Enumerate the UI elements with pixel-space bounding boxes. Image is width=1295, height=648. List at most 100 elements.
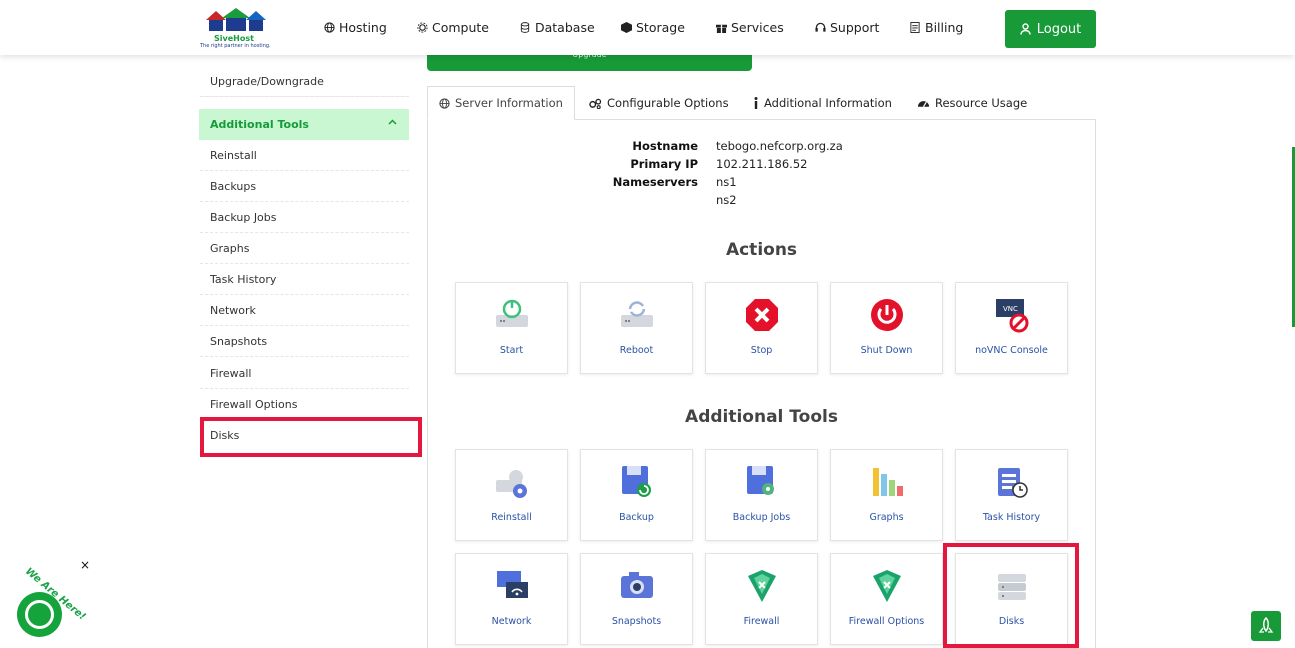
action-label: Stop	[750, 345, 773, 356]
tool-label: Backup Jobs	[732, 512, 791, 523]
highlight-box-disks-card	[943, 543, 1079, 648]
tool-backup-card[interactable]: Backup	[580, 449, 693, 541]
tool-graphs-card[interactable]: Graphs	[830, 449, 943, 541]
sidebar-tools-header[interactable]: Additional Tools	[199, 109, 409, 140]
sidebar-item-label: Network	[210, 303, 256, 317]
tool-firewall-card[interactable]: Firewall	[705, 553, 818, 645]
sidebar-item-firewall-options[interactable]: Firewall Options	[200, 389, 409, 420]
logout-label: Logout	[1036, 21, 1082, 37]
tool-label: Firewall Options	[848, 616, 925, 627]
globe-icon	[439, 97, 450, 109]
action-start-card[interactable]: Start	[455, 282, 568, 374]
sidebar-item-reinstall[interactable]: Reinstall	[200, 140, 409, 171]
tool-label: Network	[491, 616, 532, 627]
sidebar-item-snapshots[interactable]: Snapshots	[200, 326, 409, 357]
nav-label: Database	[535, 20, 595, 35]
nav-billing[interactable]: Billing	[910, 20, 963, 35]
nameserver-2: ns2	[716, 193, 737, 207]
top-navbar: SiveHost The right partner in hosting. H…	[0, 0, 1295, 55]
scroll-top-button[interactable]	[1251, 611, 1281, 641]
action-novnc-card[interactable]: VNC noVNC Console	[955, 282, 1068, 374]
logout-button[interactable]: Logout	[1005, 10, 1096, 48]
brand-tagline: The right partner in hosting.	[200, 43, 271, 49]
nav-label: Billing	[925, 20, 964, 35]
tab-label: Server Information	[455, 96, 563, 110]
server-tabs: Server Information Configurable Options …	[427, 86, 1096, 120]
sidebar-item-label: Firewall Options	[210, 397, 298, 411]
sidebar-item-backups[interactable]: Backups	[200, 171, 409, 202]
server-reboot-icon	[621, 301, 653, 327]
nav-compute[interactable]: Compute	[417, 20, 489, 35]
nav-storage[interactable]: Storage	[621, 20, 685, 35]
sidebar-item-label: Upgrade/Downgrade	[210, 74, 324, 88]
sidebar-item-firewall[interactable]: Firewall	[200, 358, 409, 389]
firewall-options-icon	[873, 570, 901, 602]
svg-text:VNC: VNC	[1003, 305, 1018, 313]
tool-label: Snapshots	[611, 616, 662, 627]
power-off-icon	[871, 299, 903, 331]
action-shutdown-card[interactable]: Shut Down	[830, 282, 943, 374]
tool-task-history-card[interactable]: Task History	[955, 449, 1068, 541]
info-icon	[754, 97, 758, 109]
user-icon	[1020, 23, 1031, 35]
sidebar-item-label: Firewall	[210, 366, 252, 380]
sidebar-item-label: Task History	[210, 272, 277, 286]
sivehost-logo[interactable]: SiveHost The right partner in hosting.	[200, 6, 272, 50]
action-label: Reboot	[619, 345, 654, 356]
tool-label: Backup	[619, 512, 654, 523]
firewall-shield-icon	[748, 570, 776, 602]
tab-label: Resource Usage	[935, 96, 1028, 110]
tab-configurable-options[interactable]: Configurable Options	[589, 86, 729, 120]
tab-label: Additional Information	[764, 96, 892, 110]
highlight-box-sidebar-disks	[200, 417, 422, 457]
network-monitor-icon	[497, 571, 528, 598]
gear-icon	[417, 22, 428, 33]
gift-icon	[716, 22, 727, 33]
tab-label: Configurable Options	[607, 96, 729, 110]
nav-label: Services	[731, 20, 784, 35]
nav-support[interactable]: Support	[815, 20, 879, 35]
nav-hosting[interactable]: Hosting	[324, 20, 387, 35]
nav-database[interactable]: Database	[520, 20, 595, 35]
tool-reinstall-card[interactable]: Reinstall	[455, 449, 568, 541]
tab-server-information[interactable]: Server Information	[427, 86, 575, 120]
tool-label: Firewall	[743, 616, 780, 627]
clipboard-clock-icon	[998, 468, 1028, 498]
sidebar-item-network[interactable]: Network	[200, 295, 409, 326]
action-label: Start	[499, 345, 524, 356]
sidebar-item-backup-jobs[interactable]: Backup Jobs	[200, 202, 409, 233]
sidebar-item-label: Graphs	[210, 241, 250, 255]
tab-resource-usage[interactable]: Resource Usage	[917, 86, 1027, 120]
sidebar-item-upgrade[interactable]: Upgrade/Downgrade	[200, 66, 409, 97]
hostname-label: Hostname	[632, 139, 698, 153]
sidebar-item-graphs[interactable]: Graphs	[200, 233, 409, 264]
tool-firewall-options-card[interactable]: Firewall Options	[830, 553, 943, 645]
nameserver-1: ns1	[716, 175, 737, 189]
action-stop-card[interactable]: Stop	[705, 282, 818, 374]
nameservers-label: Nameservers	[612, 175, 698, 189]
chevron-up-icon	[388, 119, 397, 125]
gauge-icon	[917, 101, 930, 108]
nav-services[interactable]: Services	[716, 20, 784, 35]
action-label: Shut Down	[860, 345, 913, 356]
tab-additional-information[interactable]: Additional Information	[753, 86, 892, 120]
sidebar-item-label: Reinstall	[210, 148, 257, 162]
tool-network-card[interactable]: Network	[455, 553, 568, 645]
actions-title: Actions	[725, 240, 798, 260]
rocket-icon	[1258, 616, 1274, 633]
headset-icon	[815, 22, 826, 33]
database-icon	[520, 22, 531, 33]
sidebar-item-task-history[interactable]: Task History	[200, 264, 409, 295]
nav-label: Compute	[432, 20, 490, 35]
action-reboot-card[interactable]: Reboot	[580, 282, 693, 374]
hostname-value: tebogo.nefcorp.org.za	[716, 139, 843, 153]
camera-icon	[621, 572, 653, 598]
nav-label: Storage	[636, 20, 685, 35]
sidebar-item-label: Snapshots	[210, 334, 268, 348]
chat-widget-button[interactable]	[17, 592, 62, 637]
tool-snapshots-card[interactable]: Snapshots	[580, 553, 693, 645]
tool-backup-jobs-card[interactable]: Backup Jobs	[705, 449, 818, 541]
cogs-icon	[589, 98, 602, 109]
sidebar-item-label: Backups	[210, 179, 257, 193]
chat-close-icon[interactable]: ×	[80, 558, 90, 572]
